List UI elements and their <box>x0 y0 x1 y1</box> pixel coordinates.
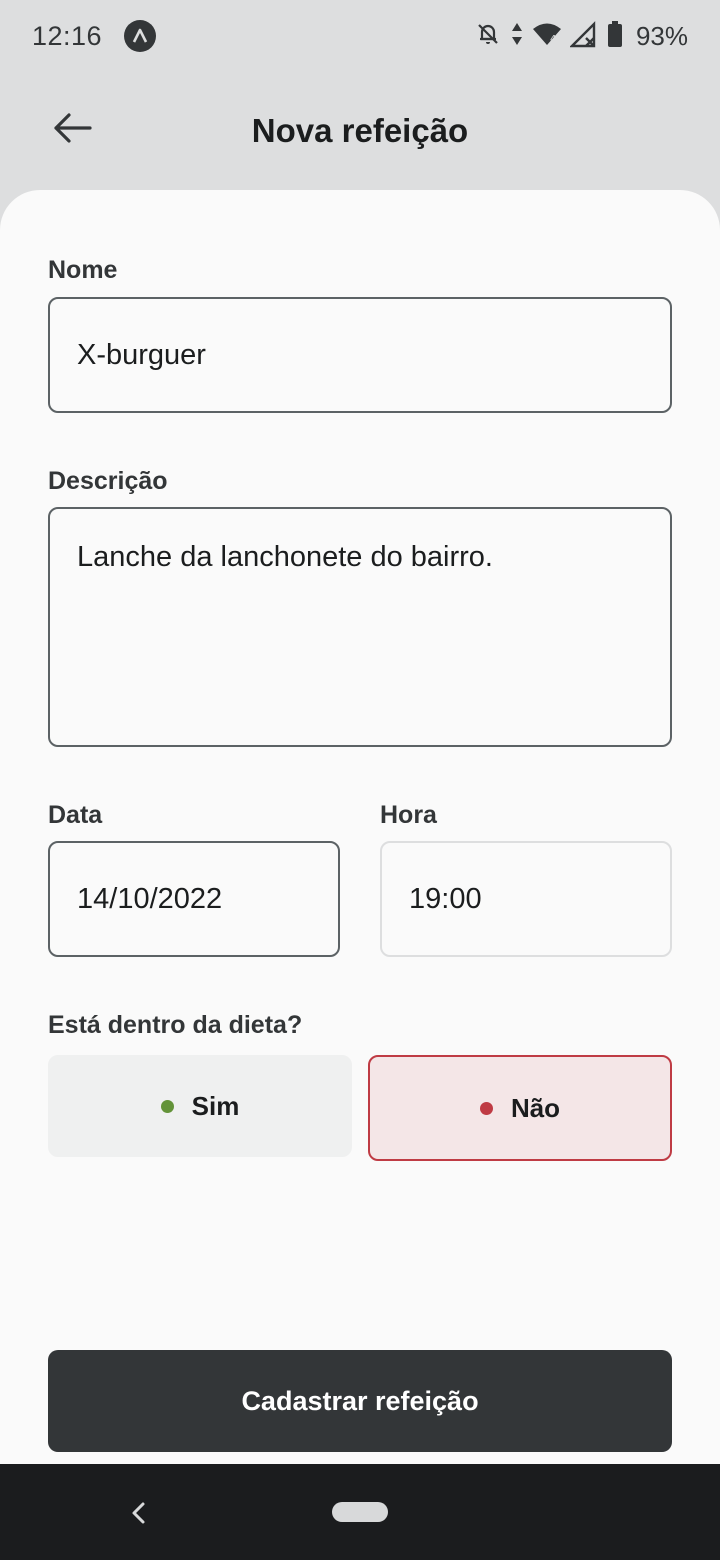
submit-button[interactable]: Cadastrar refeição <box>48 1350 672 1452</box>
data-arrows-icon <box>510 20 524 53</box>
header: Nova refeição <box>0 72 720 190</box>
bell-off-icon <box>474 20 502 53</box>
status-icons: 4 93% <box>474 20 688 53</box>
battery-icon <box>606 20 624 53</box>
diet-no-button[interactable]: Não <box>368 1055 672 1161</box>
red-dot-icon <box>479 1101 493 1115</box>
wifi-icon: 4 <box>532 20 562 53</box>
status-time: 12:16 <box>32 20 103 51</box>
diet-label: Está dentro da dieta? <box>48 1011 303 1039</box>
time-input[interactable]: 19:00 <box>380 841 672 957</box>
diet-yes-button[interactable]: Sim <box>48 1055 352 1157</box>
system-nav-bar <box>0 1464 720 1560</box>
form-card: Nome X-burguer Descrição Lanche da lanch… <box>0 190 720 1464</box>
name-input-value: X-burguer <box>77 338 206 371</box>
back-button[interactable] <box>46 104 98 156</box>
signal-icon <box>569 20 598 53</box>
date-label: Data <box>48 801 103 829</box>
description-label: Descrição <box>48 467 168 495</box>
submit-button-label: Cadastrar refeição <box>241 1385 479 1416</box>
date-input[interactable]: 14/10/2022 <box>48 841 340 957</box>
green-dot-icon <box>160 1099 174 1113</box>
diet-yes-label: Sim <box>191 1090 240 1121</box>
description-textarea[interactable]: Lanche da lanchonete do bairro. <box>48 507 672 747</box>
page-title: Nova refeição <box>251 112 469 149</box>
svg-text:4: 4 <box>550 34 556 45</box>
diet-no-label: Não <box>510 1092 561 1123</box>
name-label: Nome <box>48 256 118 284</box>
description-textarea-value: Lanche da lanchonete do bairro. <box>77 541 493 573</box>
app-badge-icon <box>124 20 157 52</box>
battery-percent: 93% <box>635 20 688 51</box>
nav-back-icon[interactable] <box>122 1496 156 1530</box>
name-input[interactable]: X-burguer <box>48 297 672 413</box>
date-input-value: 14/10/2022 <box>77 882 223 915</box>
nav-home-pill[interactable] <box>332 1502 388 1522</box>
arrow-left-icon <box>52 112 92 149</box>
time-input-value: 19:00 <box>409 882 482 915</box>
time-label: Hora <box>380 801 437 829</box>
status-bar: 12:16 4 93% <box>0 0 720 72</box>
